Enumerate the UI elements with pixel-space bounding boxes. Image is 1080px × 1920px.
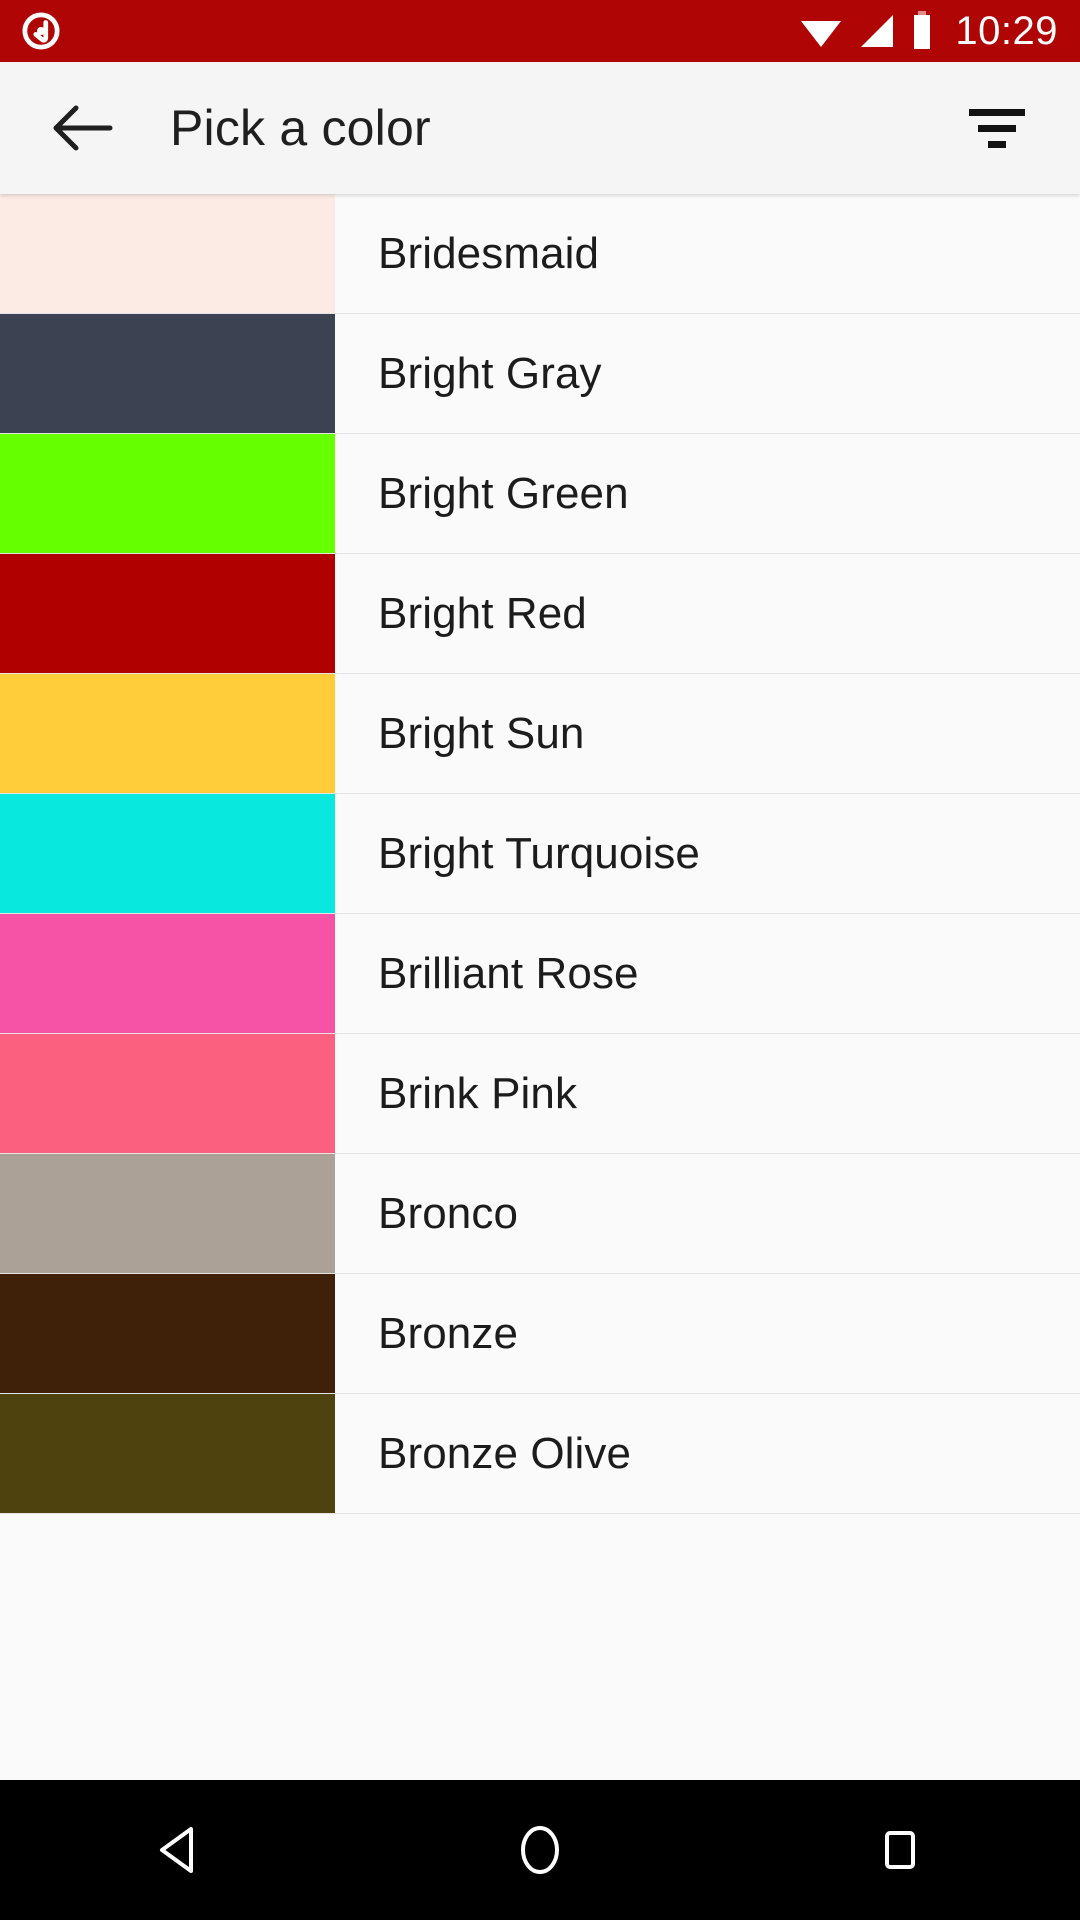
- color-name-label: Bright Red: [378, 588, 587, 638]
- color-name-label: Bright Gray: [378, 348, 602, 398]
- color-label-container: Brink Pink: [335, 1034, 1080, 1153]
- back-arrow-icon: [53, 105, 113, 151]
- color-list-item[interactable]: Bright Green: [0, 434, 1080, 554]
- color-swatch: [0, 794, 335, 913]
- color-label-container: Bright Gray: [335, 314, 1080, 433]
- color-list-item[interactable]: Brink Pink: [0, 1034, 1080, 1154]
- status-bar: 10:29: [0, 0, 1080, 62]
- page-title: Pick a color: [170, 100, 431, 156]
- color-swatch: [0, 434, 335, 553]
- color-list-item[interactable]: Bronze: [0, 1274, 1080, 1394]
- color-name-label: Bridesmaid: [378, 228, 600, 278]
- color-swatch: [0, 1154, 335, 1273]
- color-name-label: Brink Pink: [378, 1068, 578, 1118]
- color-list-item[interactable]: Bronze Olive: [0, 1394, 1080, 1514]
- status-bar-notifications: [22, 12, 60, 50]
- app-bar: Pick a color: [0, 62, 1080, 194]
- color-label-container: Bright Turquoise: [335, 794, 1080, 913]
- color-name-label: Bronze: [378, 1308, 519, 1358]
- color-label-container: Bronze Olive: [335, 1394, 1080, 1513]
- back-button[interactable]: [48, 93, 118, 163]
- color-swatch: [0, 194, 335, 313]
- back-nav-button[interactable]: [90, 1780, 270, 1920]
- color-label-container: Bright Green: [335, 434, 1080, 553]
- square-recents-icon: [885, 1831, 915, 1869]
- color-swatch: [0, 674, 335, 793]
- color-list-item[interactable]: Bright Gray: [0, 314, 1080, 434]
- color-label-container: Brilliant Rose: [335, 914, 1080, 1033]
- color-name-label: Bright Green: [378, 468, 629, 518]
- filter-button[interactable]: [960, 91, 1034, 165]
- color-list-item[interactable]: Bronco: [0, 1154, 1080, 1274]
- color-list-item[interactable]: Bright Red: [0, 554, 1080, 674]
- color-swatch: [0, 914, 335, 1033]
- status-bar-system-icons: 10:29: [799, 11, 1058, 51]
- cellular-signal-icon: [857, 13, 897, 49]
- color-label-container: Bridesmaid: [335, 194, 1080, 313]
- color-name-label: Bronze Olive: [378, 1428, 632, 1478]
- color-name-label: Bright Turquoise: [378, 828, 700, 878]
- color-label-container: Bright Sun: [335, 674, 1080, 793]
- filter-sort-icon: [969, 108, 1025, 148]
- phone-screen: 10:29 Pick a color Bridesmaid Bright Gray…: [0, 0, 1080, 1920]
- color-swatch: [0, 1394, 335, 1513]
- color-swatch: [0, 314, 335, 433]
- app-notification-icon: [22, 12, 60, 50]
- triangle-back-icon: [160, 1827, 193, 1873]
- color-list[interactable]: Bridesmaid Bright Gray Bright Green Bright …: [0, 194, 1080, 1780]
- color-label-container: Bright Red: [335, 554, 1080, 673]
- color-label-container: Bronco: [335, 1154, 1080, 1273]
- color-list-item[interactable]: Bright Turquoise: [0, 794, 1080, 914]
- system-navigation-bar: [0, 1780, 1080, 1920]
- home-nav-button[interactable]: [450, 1780, 630, 1920]
- color-name-label: Bronco: [378, 1188, 519, 1238]
- wifi-icon: [799, 13, 843, 49]
- recents-nav-button[interactable]: [810, 1780, 990, 1920]
- color-swatch: [0, 554, 335, 673]
- color-swatch: [0, 1034, 335, 1153]
- color-list-item[interactable]: Bright Sun: [0, 674, 1080, 794]
- color-name-label: Brilliant Rose: [378, 948, 639, 998]
- color-list-item[interactable]: Bridesmaid: [0, 194, 1080, 314]
- color-swatch: [0, 1274, 335, 1393]
- color-name-label: Bright Sun: [378, 708, 585, 758]
- color-list-item[interactable]: Brilliant Rose: [0, 914, 1080, 1034]
- status-bar-clock: 10:29: [955, 9, 1058, 53]
- color-label-container: Bronze: [335, 1274, 1080, 1393]
- battery-icon: [911, 11, 933, 51]
- circle-home-icon: [521, 1826, 559, 1874]
